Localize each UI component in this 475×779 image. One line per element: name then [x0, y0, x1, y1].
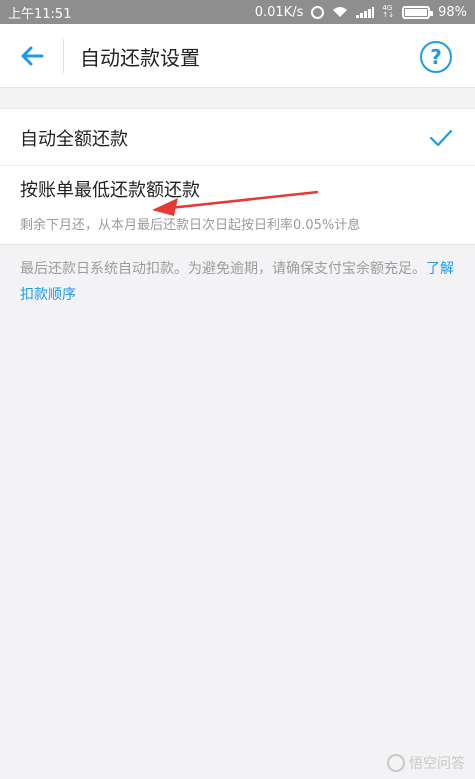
checkmark-icon [429, 129, 453, 147]
status-time: 上午11:51 [8, 6, 72, 22]
auto-deduct-note: 最后还款日系统自动扣款。为避免逾期，请确保支付宝余额充足。了解扣款顺序 [20, 256, 460, 308]
back-arrow-icon[interactable] [18, 42, 46, 70]
status-icons: 0.01K/s 4G ↑↓ 98% [255, 5, 467, 20]
network-speed: 0.01K/s [254, 4, 304, 20]
wifi-icon [333, 7, 348, 17]
app-header: 自动还款设置 ? [0, 24, 475, 88]
network-type-icon: 4G ↑↓ [382, 4, 395, 19]
alarm-clock-icon [311, 5, 325, 19]
signal-icon [356, 6, 375, 18]
watermark-logo-icon [387, 754, 405, 772]
watermark-text: 悟空问答 [409, 756, 465, 772]
help-button[interactable]: ? [420, 41, 452, 73]
battery-percent: 98% [438, 4, 467, 20]
page-title: 自动还款设置 [80, 46, 200, 70]
watermark: 悟空问答 [387, 753, 465, 773]
option-full-repayment[interactable]: 自动全额还款 [0, 109, 475, 166]
header-divider [63, 39, 64, 73]
annotation-arrow-icon [152, 190, 319, 216]
note-text: 最后还款日系统自动扣款。为避免逾期，请确保支付宝余额充足。 [20, 261, 426, 277]
option-full-label: 自动全额还款 [20, 129, 128, 150]
help-icon: ? [430, 45, 442, 69]
battery-fill [405, 8, 428, 16]
status-bar: 上午11:51 0.01K/s 4G ↑↓ 98% [0, 0, 475, 24]
battery-icon [402, 5, 434, 19]
